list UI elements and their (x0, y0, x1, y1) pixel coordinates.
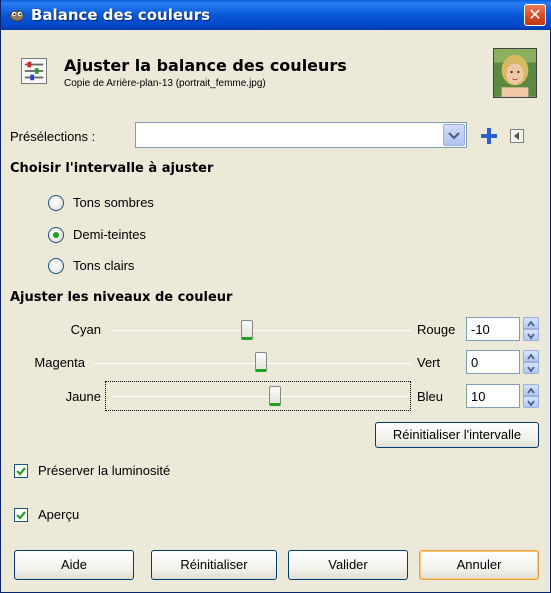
ok-button[interactable]: Valider (288, 550, 408, 580)
spin-up-icon[interactable] (523, 317, 539, 329)
dialog-subtitle: Copie de Arrière-plan-13 (portrait_femme… (64, 78, 266, 89)
preview-label: Aperçu (38, 507, 80, 522)
slider-bleu-label: Bleu (417, 389, 444, 404)
dialog-header: Ajuster la balance des couleurs Copie de… (11, 38, 541, 112)
slider-magenta-vert-thumb[interactable] (255, 352, 267, 372)
presets-dropdown-button[interactable] (443, 124, 465, 146)
preserve-luminosity-checkbox[interactable] (14, 464, 28, 478)
slider-jaune-bleu-thumb[interactable] (269, 386, 281, 406)
gimp-icon (9, 10, 25, 22)
preserve-luminosity-label: Préserver la luminosité (38, 463, 171, 478)
magenta-vert-value: 0 (471, 355, 479, 370)
jaune-bleu-value: 10 (471, 389, 486, 404)
slider-cyan-rouge-thumb[interactable] (241, 320, 253, 340)
reset-button[interactable]: Réinitialiser (151, 550, 277, 580)
reset-range-button[interactable]: Réinitialiser l'intervalle (375, 422, 539, 448)
spin-down-icon[interactable] (523, 362, 539, 374)
slider-cyan-rouge-track[interactable] (111, 330, 411, 331)
magenta-vert-value-field[interactable]: 0 (466, 350, 539, 374)
radio-demi-teintes[interactable] (48, 227, 64, 243)
checkmark-icon (16, 467, 26, 476)
range-section-title: Choisir l'intervalle à ajuster (10, 161, 214, 176)
help-button[interactable]: Aide (14, 550, 134, 580)
color-balance-icon (21, 58, 47, 84)
jaune-bleu-value-field[interactable]: 10 (466, 384, 539, 408)
presets-combo[interactable] (135, 122, 467, 148)
spin-down-icon[interactable] (523, 396, 539, 408)
slider-vert-label: Vert (417, 355, 441, 370)
spin-up-icon[interactable] (523, 384, 539, 396)
cancel-button[interactable]: Annuler (419, 550, 539, 580)
presets-menu-icon[interactable] (509, 128, 525, 144)
jaune-bleu-spinner[interactable] (523, 384, 539, 408)
cyan-rouge-spinner[interactable] (523, 317, 539, 341)
spin-up-icon[interactable] (523, 350, 539, 362)
radio-label-demi-teintes: Demi-teintes (73, 227, 146, 242)
radio-tons-clairs[interactable] (48, 258, 64, 274)
cyan-rouge-value: -10 (471, 322, 490, 337)
levels-section-title: Ajuster les niveaux de couleur (10, 290, 233, 305)
checkmark-icon (16, 511, 26, 520)
dialog-heading: Ajuster la balance des couleurs (64, 56, 347, 75)
cyan-rouge-value-field[interactable]: -10 (466, 317, 539, 341)
window-title: Balance des couleurs (31, 6, 211, 24)
radio-tons-sombres[interactable] (48, 195, 64, 211)
add-preset-icon[interactable] (479, 126, 499, 146)
presets-label: Présélections : (10, 129, 96, 144)
dialog-window: Balance des couleurs ✕ Ajuster la balanc… (0, 0, 551, 593)
radio-label-tons-clairs: Tons clairs (73, 258, 135, 273)
magenta-vert-spinner[interactable] (523, 350, 539, 374)
slider-jaune-label: Jaune (65, 389, 101, 404)
slider-magenta-label: Magenta (34, 355, 85, 370)
chevron-down-icon (448, 132, 460, 140)
slider-cyan-label: Cyan (70, 322, 101, 337)
radio-label-tons-sombres: Tons sombres (73, 195, 154, 210)
slider-rouge-label: Rouge (417, 322, 456, 337)
close-icon: ✕ (528, 5, 542, 24)
spin-down-icon[interactable] (523, 329, 539, 341)
title-bar[interactable]: Balance des couleurs ✕ (1, 0, 551, 30)
image-thumbnail (493, 48, 537, 98)
radio-selected-indicator (53, 232, 59, 238)
close-button[interactable]: ✕ (524, 4, 546, 26)
slider-jaune-bleu-track[interactable] (111, 396, 407, 397)
preview-checkbox[interactable] (14, 508, 28, 522)
slider-magenta-vert-track[interactable] (94, 363, 411, 364)
